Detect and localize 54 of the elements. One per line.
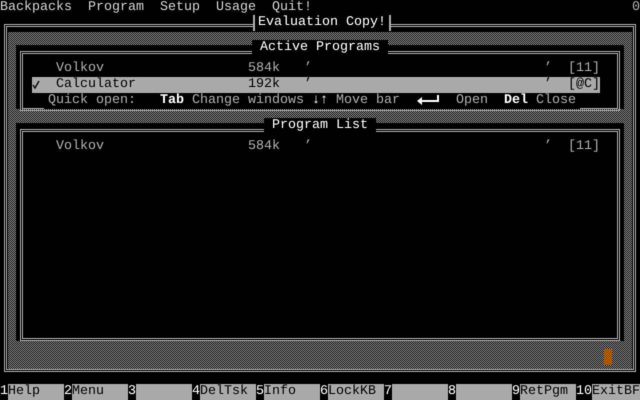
- column-mark: ’: [304, 61, 312, 77]
- menu-item[interactable]: Usage: [216, 0, 256, 16]
- enter-key-icon: [416, 94, 440, 106]
- function-key-number: 3: [128, 384, 136, 400]
- menu-item[interactable]: Quit!: [272, 0, 312, 16]
- function-key-button[interactable]: DelTsk: [200, 384, 256, 400]
- key-label: Tab: [160, 93, 184, 109]
- program-row[interactable]: Calculator 192k ’ ’ [@C]: [32, 77, 600, 93]
- function-key-number: 5: [256, 384, 264, 400]
- program-name: Volkov: [56, 139, 104, 155]
- scrollbar-thumb[interactable]: [604, 349, 612, 365]
- program-row[interactable]: Volkov 584k ’ ’ [11]: [32, 61, 600, 77]
- function-key-button[interactable]: LockKB: [328, 384, 384, 400]
- column-mark: ’: [304, 77, 312, 93]
- menu-item[interactable]: Setup: [160, 0, 200, 16]
- column-mark: ’: [544, 139, 552, 155]
- window-title: Evaluation Copy!: [253, 15, 391, 31]
- program-size: 584k: [248, 61, 280, 77]
- function-key-button[interactable]: RetPgm: [520, 384, 576, 400]
- program-hotkey: [11]: [568, 139, 600, 155]
- key-label: ↓↑: [312, 93, 328, 109]
- column-mark: ’: [544, 77, 552, 93]
- program-size: 584k: [248, 139, 280, 155]
- function-key-number: 6: [320, 384, 328, 400]
- column-mark: ’: [304, 139, 312, 155]
- function-key-number: 4: [192, 384, 200, 400]
- function-key-number: 7: [384, 384, 392, 400]
- panel-title: Active Programs: [252, 40, 388, 56]
- program-name: Volkov: [56, 61, 104, 77]
- function-key-number: 10: [576, 384, 592, 400]
- program-hotkey: [11]: [568, 61, 600, 77]
- function-key-button[interactable]: Menu: [72, 384, 128, 400]
- program-hotkey: [@C]: [568, 77, 600, 93]
- program-size: 192k: [248, 77, 280, 93]
- column-mark: ’: [544, 61, 552, 77]
- hint-text: Move bar: [336, 93, 400, 109]
- hint-text: Quick open:: [48, 93, 136, 109]
- hint-text: Change windows: [192, 93, 304, 109]
- function-key-button[interactable]: Help: [8, 384, 64, 400]
- menu-item[interactable]: Program: [88, 0, 144, 16]
- function-key-number: 1: [0, 384, 8, 400]
- program-row[interactable]: Volkov 584k ’ ’ [11]: [32, 139, 600, 155]
- function-key-number: 8: [448, 384, 456, 400]
- hint-text: Close: [536, 93, 576, 109]
- program-name: Calculator: [56, 77, 136, 93]
- panel-title: Program List: [264, 118, 376, 134]
- function-key-button[interactable]: Info: [264, 384, 320, 400]
- hint-text: Open: [456, 93, 488, 109]
- key-label: Del: [504, 93, 528, 109]
- function-key-number: 2: [64, 384, 72, 400]
- function-key-number: 9: [512, 384, 520, 400]
- function-key-button[interactable]: ExitBF: [592, 384, 640, 400]
- status-indicator: 0: [632, 0, 640, 16]
- menu-item[interactable]: Backpacks: [0, 0, 72, 16]
